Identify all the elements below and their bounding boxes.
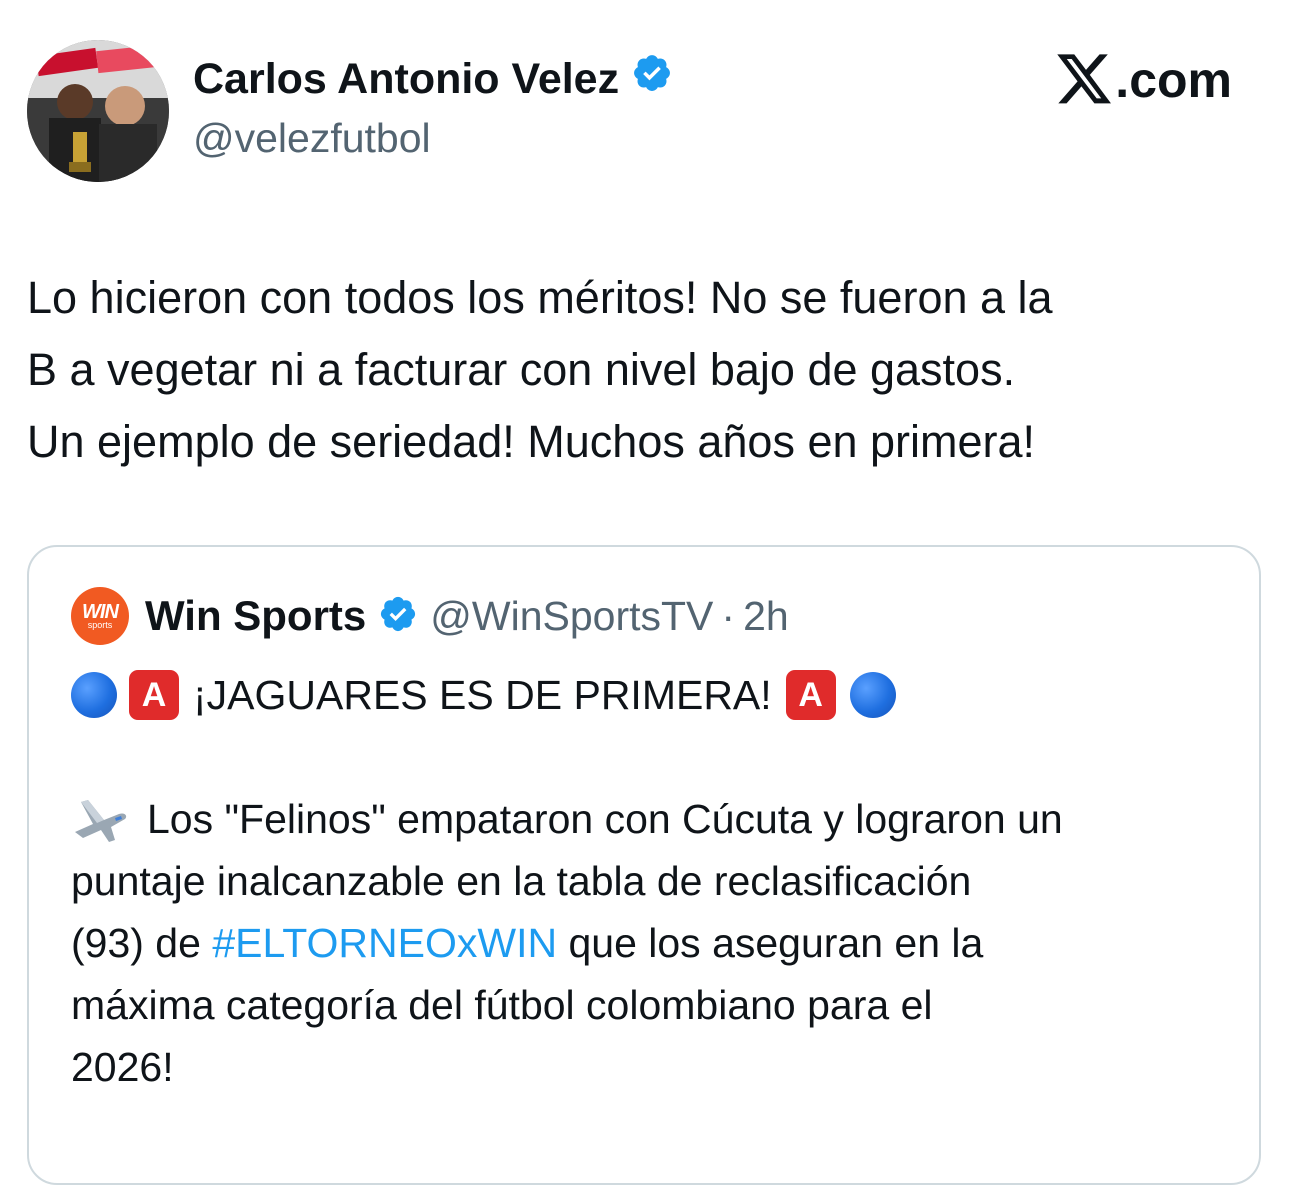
quoted-author-handle[interactable]: @WinSportsTV (430, 590, 713, 642)
author-name-row[interactable]: Carlos Antonio Velez (193, 52, 673, 106)
a-button-emoji-icon: A (129, 670, 179, 720)
quoted-body-line: (93) de #ELTORNEOxWIN que los aseguran e… (71, 912, 1241, 974)
blue-circle-emoji-icon (849, 672, 896, 718)
quoted-body-text: Los "Felinos" empataron con Cúcuta y log… (147, 796, 1063, 842)
quoted-avatar-logo-subtext: sports (87, 619, 113, 630)
blue-circle-emoji-icon (71, 672, 117, 718)
quoted-body-line: puntaje inalcanzable en la tabla de recl… (71, 858, 972, 904)
author-name[interactable]: Carlos Antonio Velez (193, 53, 619, 105)
quoted-avatar-logo-text: WIN (82, 600, 119, 623)
quoted-tweet-body: A ¡JAGUARES ES DE PRIMERA! A Los "Felino… (71, 664, 1241, 1098)
tweet-line: Un ejemplo de seriedad! Muchos años en p… (27, 416, 1036, 467)
quoted-headline: ¡JAGUARES ES DE PRIMERA! (193, 672, 772, 718)
author-handle[interactable]: @velezfutbol (193, 112, 431, 164)
verified-badge-icon (631, 52, 673, 106)
quoted-headline-line: A ¡JAGUARES ES DE PRIMERA! A (71, 664, 1241, 726)
tweet-line: Lo hicieron con todos los méritos! No se… (27, 272, 1053, 323)
a-button-emoji-icon: A (785, 670, 836, 720)
brand-text: .com (1115, 52, 1232, 108)
quoted-author-avatar[interactable]: WIN sports (71, 587, 129, 645)
verified-badge-icon (378, 594, 418, 639)
airplane-emoji-icon (71, 794, 129, 844)
quoted-body-text: que los aseguran en la (557, 920, 984, 966)
quoted-tweet-timestamp[interactable]: 2h (743, 590, 789, 642)
tweet-line: B a vegetar ni a facturar con nivel bajo… (27, 344, 1016, 395)
quoted-tweet-card[interactable]: WIN sports Win Sports @WinSportsTV · 2h … (27, 545, 1261, 1185)
x-logo-icon (1057, 54, 1112, 104)
quoted-body-line: máxima categoría del fútbol colombiano p… (71, 982, 933, 1028)
author-avatar[interactable] (27, 40, 169, 182)
hashtag-link[interactable]: #ELTORNEOxWIN (212, 912, 557, 974)
quoted-body-line: 2026! (71, 1044, 174, 1090)
quoted-tweet-header: WIN sports Win Sports @WinSportsTV · 2h (71, 587, 789, 645)
brand-logo: .com (1057, 50, 1232, 110)
quoted-author-name[interactable]: Win Sports (145, 590, 366, 642)
quoted-body-line: Los "Felinos" empataron con Cúcuta y log… (71, 788, 1241, 850)
quoted-body-text: (93) de (71, 920, 213, 966)
separator-dot: · (721, 593, 736, 639)
tweet-text: Lo hicieron con todos los méritos! No se… (27, 262, 1272, 478)
